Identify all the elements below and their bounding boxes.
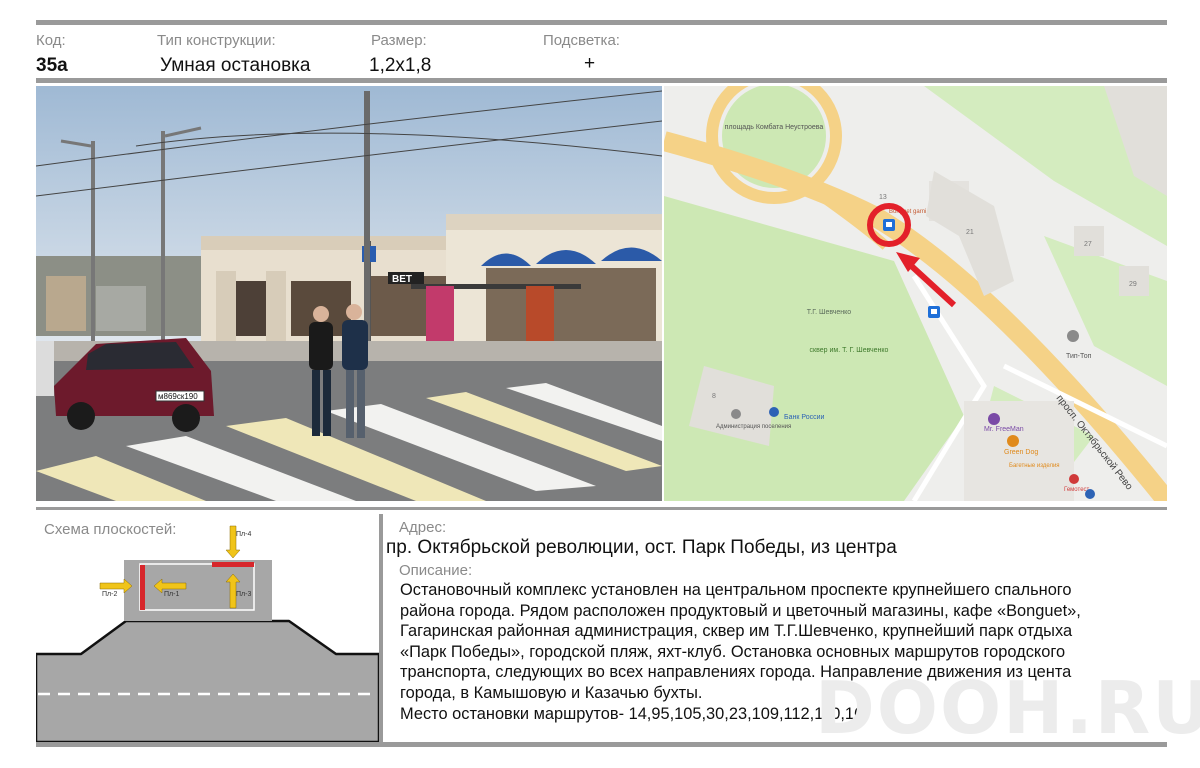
map-label-bld8: 8 [712,393,716,400]
planes-scheme: Схема плоскостей: Пл-4 Пл-2 Пл-1 Пл-3 [34,514,381,744]
light-value: + [584,53,596,74]
type-label: Тип конструкции: [157,32,276,49]
plane-1-label: Пл-1 [164,591,179,598]
bus-stop-icon [928,306,940,318]
mid-rule [36,507,1167,510]
map-label-bld13: 13 [879,194,887,201]
code-label: Код: [36,32,66,49]
plane-3-label: Пл-3 [236,591,251,598]
light-label: Подсветка: [543,32,620,49]
address-label: Адрес: [399,519,447,536]
code-value: 35а [36,55,68,76]
description-label: Описание: [399,562,473,579]
map-label-tiptop: Тип-Топ [1066,353,1092,360]
location-photo: ВЕТ м869ск190 [36,86,662,501]
type-value: Умная остановка [160,55,311,76]
plane-4-label: Пл-4 [236,531,251,538]
map-label-bld27: 27 [1084,241,1092,248]
pavilion-sign: ВЕТ [392,274,412,285]
map-label-square: площадь Комбата Неустроева [725,123,824,131]
bus-stop-icon [883,219,895,231]
map-label-freeman: Mr. FreeMan [984,426,1024,433]
vertical-separator [379,514,383,743]
header-rule [36,78,1167,83]
description-line: Остановочный комплекс установлен на цент… [400,581,1072,599]
description-line: Гагаринская районная администрация, скве… [400,622,1073,641]
map-label-bld29: 29 [1129,281,1137,288]
map-label-greendog: Green Dog [1004,449,1038,456]
map-label-admin: Администрация поселения [716,424,791,430]
description-line: района города. Рядом расположен продукто… [400,601,1081,620]
plane-2-label: Пл-2 [102,591,117,598]
size-value: 1,2х1,8 [369,55,432,76]
top-rule [36,20,1167,25]
description-line: «Парк Победы», городской пляж, яхт-клуб.… [400,642,1066,661]
bottom-rule [36,742,1167,747]
map-label-bagel: Багетные изделия [1009,463,1060,469]
map-label-bld21: 21 [966,229,974,236]
size-label: Размер: [371,32,427,49]
scheme-title: Схема плоскостей: [44,521,176,538]
map-label-monument: Т.Г. Шевченко [807,309,852,316]
location-map: площадь Комбата Неустроева 13 Bonguet ga… [664,86,1167,501]
address-value: пр. Октябрьской революции, ост. Парк Поб… [386,537,897,558]
map-label-bank: Банк России [784,414,825,421]
watermark: DOOH.RU [815,666,1200,750]
map-label-park: сквер им. Т. Г. Шевченко [810,347,889,354]
license-plate: м869ск190 [158,392,198,401]
